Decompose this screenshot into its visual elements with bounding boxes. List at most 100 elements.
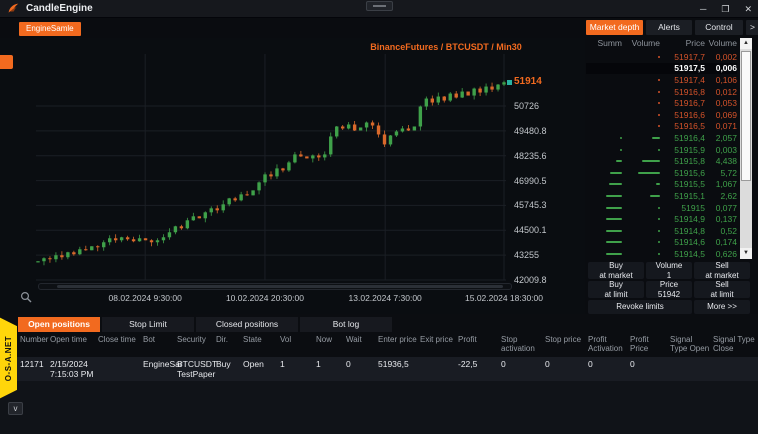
tab-alerts[interactable]: Alerts — [646, 20, 692, 35]
chart-canvas[interactable] — [36, 44, 506, 284]
depth-row[interactable]: 51916,5 0,071 — [586, 121, 737, 133]
revoke-limits-button[interactable]: Revoke limits — [588, 300, 692, 314]
volume-value: 1 — [666, 270, 672, 280]
depth-row[interactable]: 51914,9 0,137 — [586, 213, 737, 225]
y-axis-tick: 44500.1 — [514, 225, 547, 236]
positions-column-header[interactable]: Profit Price — [630, 335, 668, 354]
x-axis-tick: 08.02.2024 9:30:00 — [108, 293, 182, 303]
last-price-marker — [507, 80, 512, 85]
depth-row[interactable]: 51914,5 0,626 — [586, 248, 737, 260]
positions-column-header[interactable]: Stop price — [545, 335, 586, 345]
positions-column-header[interactable]: Number — [20, 335, 48, 345]
volume-field[interactable]: Volume 1 — [646, 261, 692, 280]
market-depth-header: Summ Volume Price Volume — [586, 38, 737, 51]
candlestick-chart: BinanceFutures / BTCUSDT / Min30 50726 49… — [0, 38, 585, 314]
positions-column-header[interactable]: Stop activation — [501, 335, 543, 354]
tabs-overflow-button[interactable]: > — [746, 20, 758, 35]
buy-at-limit-button[interactable]: Buy at limit — [588, 280, 644, 299]
depth-price: 51915,5 — [674, 179, 705, 190]
positions-column-header[interactable]: Profit — [458, 335, 499, 345]
positions-column-header[interactable]: Enter price — [378, 335, 418, 345]
price-value: 51942 — [657, 289, 681, 299]
depth-scrollbar-thumb[interactable] — [741, 51, 751, 181]
depth-row[interactable]: 51916,4 2,057 — [586, 132, 737, 144]
scroll-up-icon[interactable]: ▲ — [740, 38, 752, 49]
y-axis-tick: 42009.8 — [514, 275, 547, 285]
chart-horizontal-scrollbar[interactable] — [38, 283, 512, 290]
depth-volume: 1,067 — [715, 179, 737, 190]
maximize-button[interactable]: ❐ — [721, 0, 729, 18]
positions-column-header[interactable]: Bot — [143, 335, 175, 345]
depth-row[interactable]: 51915 0,077 — [586, 202, 737, 214]
depth-volume: 2,057 — [715, 132, 737, 143]
depth-row[interactable]: 51917,5 0,006 — [586, 62, 737, 75]
tab-open-positions[interactable]: Open positions — [18, 317, 100, 332]
positions-column-header[interactable]: Open time — [50, 335, 96, 345]
depth-price: 51915 — [681, 202, 705, 213]
position-cell: 0 — [630, 359, 635, 369]
y-axis-tick: 49480.8 — [514, 125, 547, 136]
minimize-button[interactable]: ─ — [700, 0, 706, 18]
depth-row[interactable]: 51917,7 0,002 — [586, 51, 737, 63]
tab-control[interactable]: Control — [695, 20, 743, 35]
scroll-down-icon[interactable]: ▼ — [740, 248, 752, 259]
position-row[interactable]: 12171 2/15/2024 7:15:03 PM EngineSar BTCUSD… — [0, 357, 758, 381]
depth-price: 51916,8 — [674, 86, 705, 97]
app-title: CandleEngine — [26, 3, 93, 14]
titlebar-drag-handle[interactable] — [366, 1, 393, 11]
depth-row[interactable]: 51916,8 0,012 — [586, 86, 737, 98]
positions-column-header[interactable]: Signal Type Close — [713, 335, 757, 354]
positions-column-header[interactable]: Dir. — [216, 335, 241, 345]
positions-column-header[interactable]: Now — [316, 335, 344, 345]
depth-price: 51916,6 — [674, 109, 705, 120]
osa-net-ribbon: O-S-A.NET — [0, 317, 17, 399]
positions-column-header[interactable]: Profit Activation — [588, 335, 628, 354]
buy-at-market-button[interactable]: Buy at market — [588, 261, 644, 280]
position-cell: 0 — [545, 359, 550, 369]
depth-row[interactable]: 51915,8 4,438 — [586, 155, 737, 167]
positions-column-header[interactable]: State — [243, 335, 278, 345]
price-field[interactable]: Price 51942 — [646, 280, 692, 299]
tab-bot-log[interactable]: Bot log — [300, 317, 392, 332]
positions-column-header[interactable]: Signal Type Open — [670, 335, 711, 354]
depth-row[interactable]: 51915,1 2,62 — [586, 190, 737, 202]
depth-volume: 0,069 — [715, 109, 737, 120]
engine-sample-button[interactable]: EngineSamle — [19, 22, 81, 36]
sell-at-market-button[interactable]: Sell at market — [694, 261, 750, 280]
depth-row[interactable]: 51916,6 0,069 — [586, 109, 737, 121]
depth-row[interactable]: 51915,5 1,067 — [586, 179, 737, 191]
chart-side-handle[interactable] — [0, 55, 13, 69]
sell-at-limit-button[interactable]: Sell at limit — [694, 280, 750, 299]
depth-row[interactable]: 51917,4 0,106 — [586, 74, 737, 86]
positions-column-header[interactable]: Vol — [280, 335, 312, 345]
bottom-dropdown-button[interactable]: v — [8, 402, 23, 415]
depth-row[interactable]: 51914,8 0,52 — [586, 225, 737, 237]
depth-volume: 0,174 — [715, 237, 737, 248]
positions-column-header[interactable]: Wait — [346, 335, 376, 345]
depth-scrollbar[interactable]: ▲ ▼ — [740, 38, 752, 259]
depth-row[interactable]: 51915,6 5,72 — [586, 167, 737, 179]
chart-scrollbar-thumb[interactable] — [57, 285, 503, 288]
depth-price: 51914,8 — [674, 225, 705, 236]
depth-price: 51914,6 — [674, 237, 705, 248]
tab-stop-limit[interactable]: Stop Limit — [102, 317, 194, 332]
tab-closed-positions[interactable]: Closed positions — [196, 317, 298, 332]
tab-market-depth[interactable]: Market depth — [586, 20, 643, 35]
depth-volume: 0,106 — [715, 74, 737, 85]
depth-volume: 0,002 — [715, 51, 737, 62]
col-price: Price — [685, 38, 705, 48]
depth-price: 51917,4 — [674, 74, 705, 85]
position-cell: 0 — [501, 359, 506, 369]
depth-volume: 5,72 — [720, 167, 737, 178]
close-button[interactable]: ✕ — [744, 0, 752, 18]
position-cell: 51936,5 — [378, 359, 409, 369]
depth-row[interactable]: 51915,9 0,003 — [586, 144, 737, 156]
positions-column-header[interactable]: Exit price — [420, 335, 456, 345]
magnifier-icon[interactable] — [20, 291, 32, 303]
depth-price: 51917,5 — [674, 63, 705, 74]
depth-row[interactable]: 51916,7 0,053 — [586, 97, 737, 109]
more-button[interactable]: More >> — [694, 300, 750, 314]
positions-column-header[interactable]: Close time — [98, 335, 141, 345]
depth-row[interactable]: 51914,6 0,174 — [586, 237, 737, 249]
positions-column-header[interactable]: Security — [177, 335, 214, 345]
